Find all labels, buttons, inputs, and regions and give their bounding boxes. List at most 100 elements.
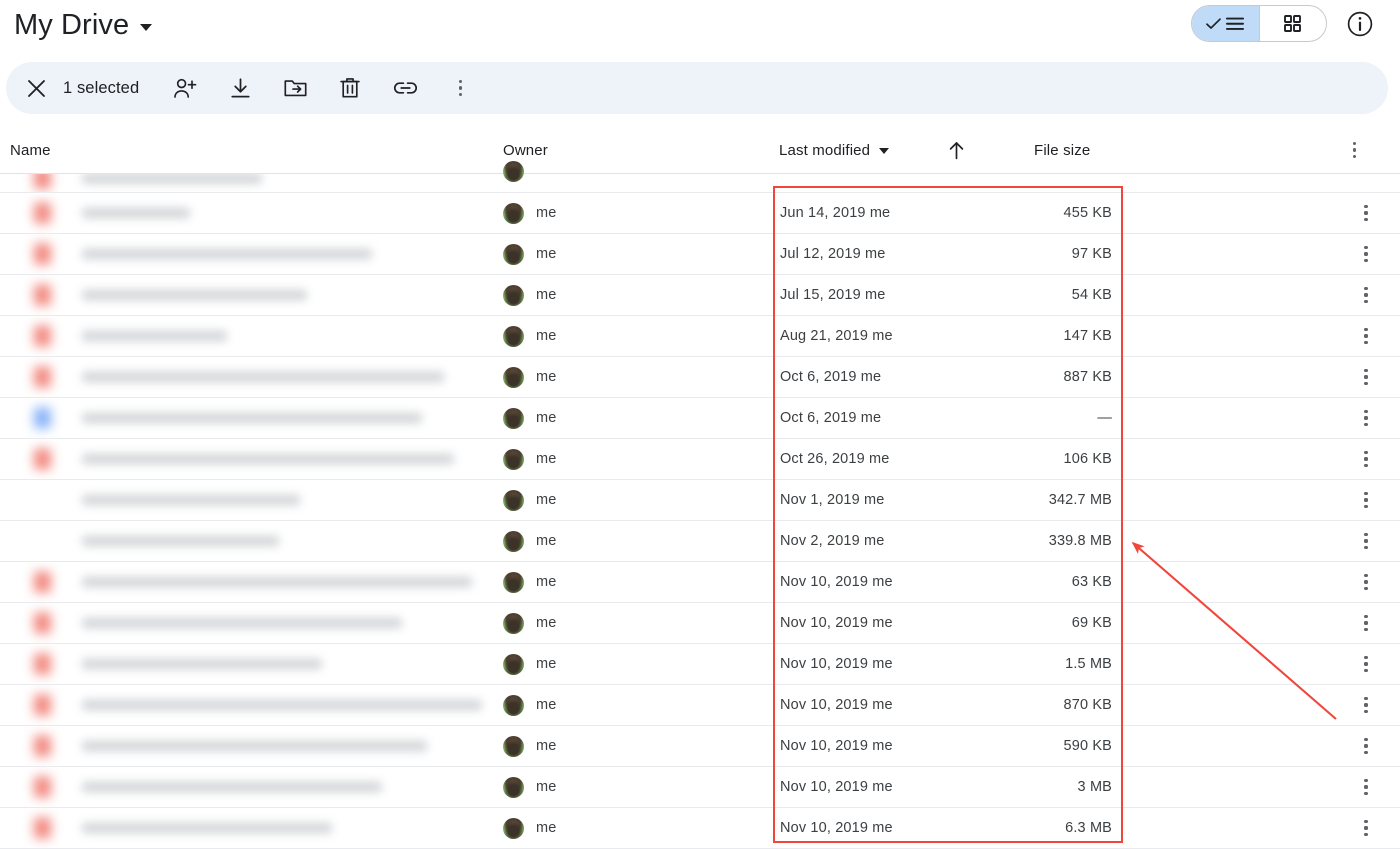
- details-info-button[interactable]: [1345, 9, 1375, 39]
- file-name-cell[interactable]: [0, 562, 495, 602]
- file-type-icon: [34, 174, 51, 189]
- share-add-person-button[interactable]: [163, 66, 207, 110]
- column-options-button[interactable]: [1353, 126, 1356, 174]
- file-type-icon: [34, 818, 51, 839]
- file-name-cell[interactable]: [0, 808, 495, 848]
- file-size-cell: 1.5 MB: [1034, 644, 1112, 684]
- table-row[interactable]: meNov 10, 2019 me1.5 MB: [0, 644, 1400, 685]
- table-row[interactable]: meNov 1, 2019 me342.7 MB: [0, 480, 1400, 521]
- file-name-redacted: [82, 577, 472, 588]
- table-row[interactable]: meNov 10, 2019 me3 MB: [0, 767, 1400, 808]
- file-name-cell[interactable]: [0, 275, 495, 315]
- file-name-redacted: [82, 174, 262, 184]
- file-name-cell[interactable]: [0, 767, 495, 807]
- list-view-button[interactable]: [1192, 6, 1259, 41]
- file-name-cell[interactable]: [0, 316, 495, 356]
- table-row[interactable]: meNov 10, 2019 me6.3 MB: [0, 808, 1400, 849]
- row-more-actions-button[interactable]: [1353, 808, 1379, 848]
- grid-view-button[interactable]: [1260, 6, 1327, 41]
- row-more-actions-button[interactable]: [1353, 726, 1379, 766]
- file-name-cell[interactable]: [0, 521, 495, 561]
- file-type-icon: [34, 572, 51, 593]
- avatar: [503, 367, 524, 388]
- grid-view-icon: [1284, 15, 1301, 32]
- file-type-icon: [34, 408, 51, 429]
- table-row[interactable]: meJun 14, 2019 me455 KB: [0, 193, 1400, 234]
- row-more-actions-button[interactable]: [1353, 398, 1379, 438]
- file-type-icon: [34, 695, 51, 716]
- table-row[interactable]: meNov 2, 2019 me339.8 MB: [0, 521, 1400, 562]
- row-more-actions-button[interactable]: [1353, 767, 1379, 807]
- owner-cell: me: [503, 275, 556, 315]
- row-more-actions-button[interactable]: [1353, 439, 1379, 479]
- table-row[interactable]: meNov 10, 2019 me590 KB: [0, 726, 1400, 767]
- more-vertical-icon: [1364, 451, 1367, 467]
- column-header-name[interactable]: Name: [10, 126, 51, 174]
- file-type-icon: [34, 285, 51, 306]
- file-name-cell[interactable]: [0, 603, 495, 643]
- file-name-cell[interactable]: [0, 644, 495, 684]
- last-modified-cell: Nov 1, 2019 me: [780, 480, 884, 520]
- file-name-cell[interactable]: [0, 439, 495, 479]
- row-more-actions-button[interactable]: [1353, 193, 1379, 233]
- table-row-partial[interactable]: [0, 174, 1400, 193]
- row-more-actions-button[interactable]: [1353, 521, 1379, 561]
- info-icon: [1345, 9, 1375, 39]
- page-title: My Drive: [14, 4, 129, 46]
- table-row[interactable]: meOct 26, 2019 me106 KB: [0, 439, 1400, 480]
- file-name-cell[interactable]: [0, 685, 495, 725]
- owner-cell: me: [503, 521, 556, 561]
- file-name-cell[interactable]: [0, 234, 495, 274]
- row-more-actions-button[interactable]: [1353, 644, 1379, 684]
- table-column-headers: Name Owner Last modified File size: [0, 126, 1400, 174]
- file-name-cell[interactable]: [0, 193, 495, 233]
- view-toggle[interactable]: [1191, 5, 1327, 42]
- table-row[interactable]: meJul 12, 2019 me97 KB: [0, 234, 1400, 275]
- avatar: [503, 285, 524, 306]
- avatar: [503, 161, 524, 182]
- clear-selection-button[interactable]: [14, 66, 58, 110]
- row-more-actions-button[interactable]: [1353, 562, 1379, 602]
- owner-label: me: [536, 615, 556, 631]
- avatar: [503, 490, 524, 511]
- file-name-cell[interactable]: [0, 398, 495, 438]
- row-more-actions-button[interactable]: [1353, 275, 1379, 315]
- table-row[interactable]: meNov 10, 2019 me63 KB: [0, 562, 1400, 603]
- column-header-last-modified[interactable]: Last modified: [779, 126, 889, 174]
- owner-label: me: [536, 287, 556, 303]
- row-more-actions-button[interactable]: [1353, 480, 1379, 520]
- download-button[interactable]: [218, 66, 262, 110]
- table-row[interactable]: meOct 6, 2019 me—: [0, 398, 1400, 439]
- last-modified-cell: Nov 10, 2019 me: [780, 644, 893, 684]
- get-link-button[interactable]: [383, 66, 427, 110]
- file-name-cell[interactable]: [0, 357, 495, 397]
- row-more-actions-button[interactable]: [1353, 316, 1379, 356]
- table-row[interactable]: meJul 15, 2019 me54 KB: [0, 275, 1400, 316]
- person-add-icon: [174, 78, 197, 99]
- file-name-cell[interactable]: [0, 480, 495, 520]
- row-more-actions-button[interactable]: [1353, 357, 1379, 397]
- table-row[interactable]: meOct 6, 2019 me887 KB: [0, 357, 1400, 398]
- file-name-cell[interactable]: [0, 174, 495, 192]
- file-type-icon: [34, 736, 51, 757]
- move-to-folder-button[interactable]: [273, 66, 317, 110]
- breadcrumb-my-drive[interactable]: My Drive: [8, 4, 158, 46]
- row-more-actions-button[interactable]: [1353, 685, 1379, 725]
- table-row[interactable]: meAug 21, 2019 me147 KB: [0, 316, 1400, 357]
- row-more-actions-button[interactable]: [1353, 234, 1379, 274]
- avatar: [503, 244, 524, 265]
- last-modified-cell: Aug 21, 2019 me: [780, 316, 893, 356]
- table-row[interactable]: meNov 10, 2019 me69 KB: [0, 603, 1400, 644]
- top-bar: My Drive: [0, 0, 1400, 58]
- sort-direction-button[interactable]: [948, 126, 965, 174]
- file-type-icon: [34, 203, 51, 224]
- row-more-actions-button[interactable]: [1353, 603, 1379, 643]
- column-header-file-size[interactable]: File size: [1034, 126, 1090, 174]
- more-actions-button[interactable]: [438, 66, 482, 110]
- delete-button[interactable]: [328, 66, 372, 110]
- caret-down-icon[interactable]: [140, 24, 152, 31]
- file-name-redacted: [82, 536, 279, 547]
- file-name-cell[interactable]: [0, 726, 495, 766]
- table-row[interactable]: meNov 10, 2019 me870 KB: [0, 685, 1400, 726]
- selection-count-label: 1 selected: [63, 79, 139, 98]
